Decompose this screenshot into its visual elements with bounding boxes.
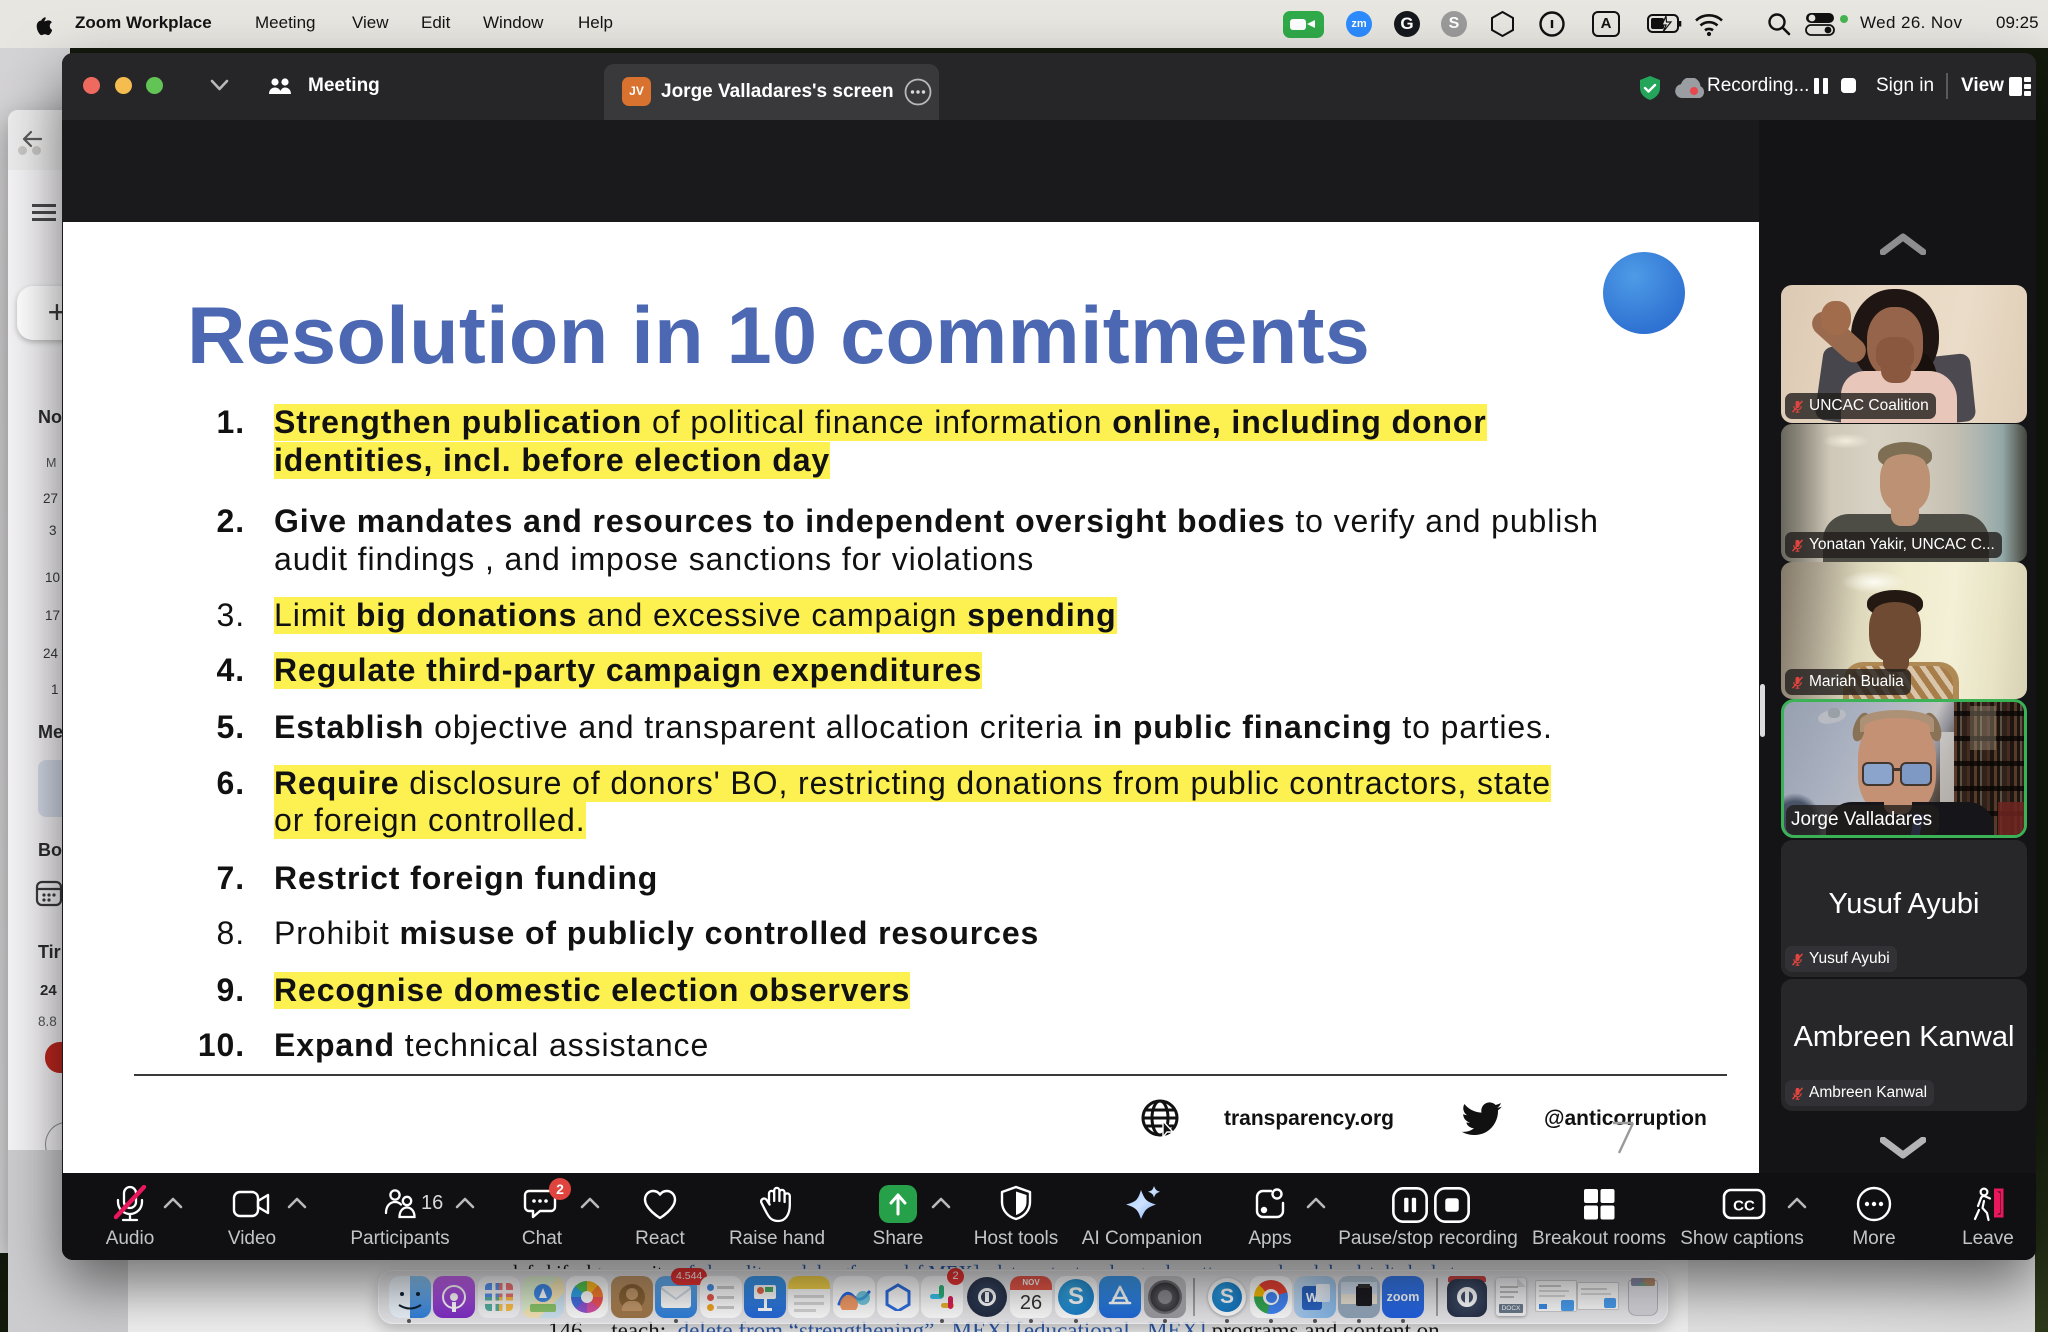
svg-text:CC: CC xyxy=(1733,1198,1755,1215)
